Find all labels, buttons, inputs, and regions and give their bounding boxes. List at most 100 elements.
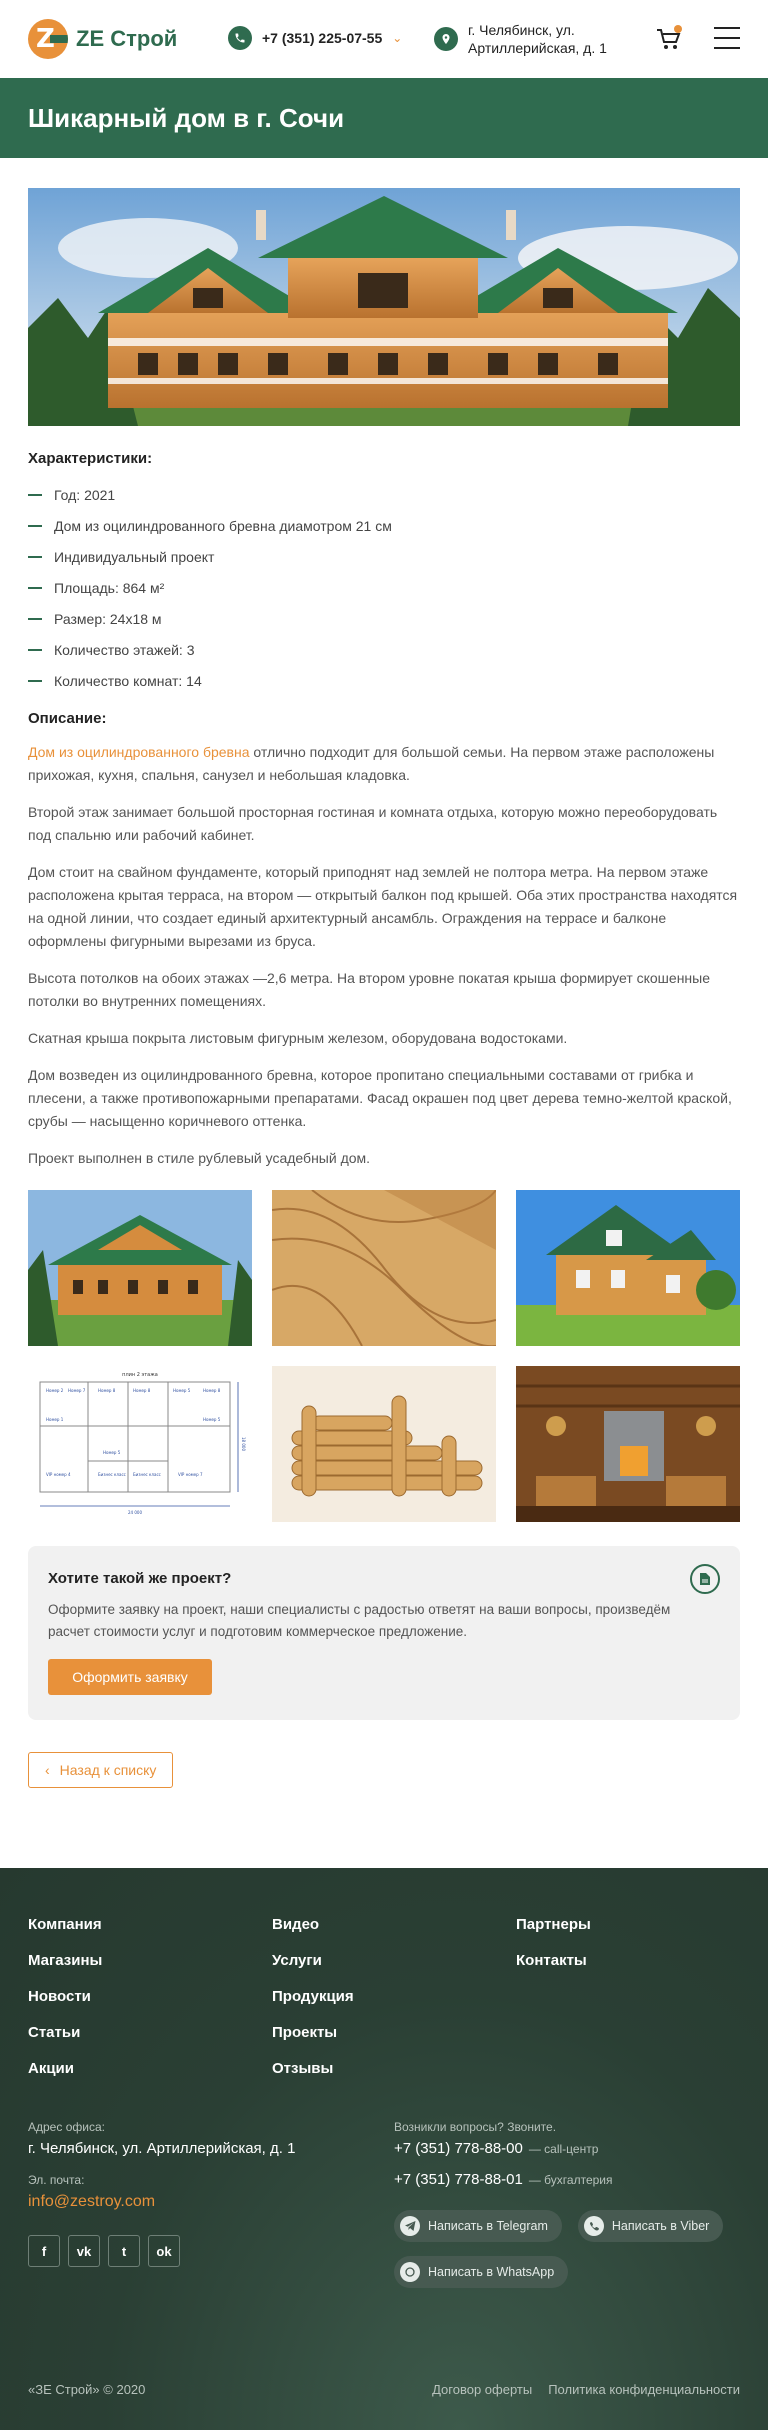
photo-gallery: плин 2 этажа Номер 2 Номер 7 Номер 8 Номер… xyxy=(28,1190,740,1522)
footer-link[interactable]: Статьи xyxy=(28,2024,272,2043)
page-title-band: Шикарный дом в г. Сочи xyxy=(0,78,768,158)
svg-text:Номер 8: Номер 8 xyxy=(203,1388,221,1393)
document-icon xyxy=(690,1564,720,1594)
submit-request-button[interactable]: Оформить заявку xyxy=(48,1659,212,1695)
telegram-icon xyxy=(400,2216,420,2236)
specs-heading: Характеристики: xyxy=(28,450,153,467)
footer-bottom: «ЗЕ Строй» © 2020 Договор оферты Политик… xyxy=(28,2382,740,2397)
footer-link xyxy=(516,2024,740,2043)
twitter-icon[interactable]: t xyxy=(108,2235,140,2267)
phone-accounting[interactable]: +7 (351) 778-88-01— бухгалтерия xyxy=(394,2171,744,2188)
cta-title: Хотите такой же проект? xyxy=(48,1570,232,1587)
odnoklassniki-icon[interactable]: ok xyxy=(148,2235,180,2267)
back-to-list-button[interactable]: ‹ Назад к списку xyxy=(28,1752,174,1788)
footer-link[interactable]: Магазины xyxy=(28,1952,272,1971)
vk-icon[interactable]: vk xyxy=(68,2235,100,2267)
svg-text:18 000: 18 000 xyxy=(241,1437,246,1451)
footer-link[interactable]: Контакты xyxy=(516,1952,740,1971)
svg-text:Номер 8: Номер 8 xyxy=(98,1388,116,1393)
phone-call-center[interactable]: +7 (351) 778-88-00— call-центр xyxy=(394,2140,744,2157)
facebook-icon[interactable]: f xyxy=(28,2235,60,2267)
email-link[interactable]: info@zestroy.com xyxy=(28,2193,295,2211)
site-header: Z ZE Строй +7 (351) 225-07-55 ⌄ г. Челяб… xyxy=(0,0,768,78)
footer-contacts: Возникли вопросы? Звоните. +7 (351) 778-… xyxy=(394,2120,744,2288)
description-paragraph: Второй этаж занимает большой просторная … xyxy=(28,804,718,843)
spec-item: Площадь: 864 м² xyxy=(28,572,740,603)
description-paragraph: Дом возведен из оцилиндрованного бревна,… xyxy=(28,1067,732,1129)
footer-link[interactable]: Партнеры xyxy=(516,1916,740,1935)
spec-item: Индивидуальный проект xyxy=(28,541,740,572)
whatsapp-button[interactable]: Написать в WhatsApp xyxy=(394,2256,569,2288)
offer-link[interactable]: Договор оферты xyxy=(432,2382,532,2397)
svg-text:Номер 5: Номер 5 xyxy=(173,1388,191,1393)
site-footer: Компания Видео Партнеры Магазины Услуги … xyxy=(0,1868,768,2430)
svg-text:Номер 5: Номер 5 xyxy=(103,1450,121,1455)
viber-button[interactable]: Написать в Viber xyxy=(577,2210,724,2242)
menu-icon[interactable] xyxy=(714,27,740,49)
log-house-link[interactable]: Дом из оцилиндрованного бревна xyxy=(28,744,250,760)
address-text: г. Челябинск, ул. Артиллерийская, д. 1 xyxy=(468,22,607,56)
description-paragraph: Высота потолков на обоих этажах —2,6 мет… xyxy=(28,970,711,1009)
svg-text:Номер 5: Номер 5 xyxy=(203,1417,221,1422)
logo-icon: Z xyxy=(28,19,68,59)
footer-link[interactable]: Услуги xyxy=(272,1952,516,1971)
svg-text:Номер 2: Номер 2 xyxy=(46,1388,64,1393)
svg-text:Номер 1: Номер 1 xyxy=(46,1417,64,1422)
footer-link[interactable]: Новости xyxy=(28,1988,272,2007)
plan-title: плин 2 этажа xyxy=(122,1372,158,1378)
logo[interactable]: Z ZE Строй xyxy=(28,19,177,59)
cta-text: Оформите заявку на проект, наши специали… xyxy=(48,1602,671,1639)
gallery-photo-wood-ceiling[interactable] xyxy=(272,1190,496,1346)
footer-link[interactable]: Компания xyxy=(28,1916,272,1935)
main-content: Характеристики: Год: 2021 Дом из оцилинд… xyxy=(0,158,768,1788)
chevron-down-icon[interactable]: ⌄ xyxy=(392,31,402,45)
chevron-left-icon: ‹ xyxy=(45,1762,50,1778)
spec-item: Размер: 24х18 м xyxy=(28,603,740,634)
header-phone[interactable]: +7 (351) 225-07-55 ⌄ xyxy=(228,26,402,50)
footer-link xyxy=(516,2060,740,2079)
description-paragraph: Скатная крыша покрыта листовым фигурным … xyxy=(28,1030,568,1046)
footer-link[interactable]: Видео xyxy=(272,1916,516,1935)
gallery-photo-interior[interactable] xyxy=(516,1366,740,1522)
spec-item: Количество этажей: 3 xyxy=(28,634,740,665)
office-label: Адрес офиса: xyxy=(28,2120,105,2134)
privacy-link[interactable]: Политика конфиденциальности xyxy=(548,2382,740,2397)
hero-house-photo[interactable] xyxy=(28,188,740,426)
office-address: г. Челябинск, ул. Артиллерийская, д. 1 xyxy=(28,2140,296,2157)
footer-link[interactable]: Проекты xyxy=(272,2024,516,2043)
svg-text:Бизнес класс: Бизнес класс xyxy=(133,1472,161,1477)
svg-text:Номер 7: Номер 7 xyxy=(68,1388,86,1393)
cart-icon[interactable] xyxy=(656,25,682,51)
gallery-photo-log-frame[interactable] xyxy=(272,1366,496,1522)
phone-number: +7 (351) 225-07-55 xyxy=(262,30,383,46)
telegram-button[interactable]: Написать в Telegram xyxy=(394,2210,562,2242)
logo-text: ZE Строй xyxy=(76,26,178,51)
gallery-photo-house-side[interactable] xyxy=(516,1190,740,1346)
footer-office: Адрес офиса: г. Челябинск, ул. Артиллери… xyxy=(28,2120,295,2267)
svg-text:Бизнес класс: Бизнес класс xyxy=(98,1472,126,1477)
svg-text:24 000: 24 000 xyxy=(128,1510,142,1515)
social-links: f vk t ok xyxy=(28,2235,295,2267)
description-paragraph: Дом из оцилиндрованного бревна отлично п… xyxy=(28,744,715,783)
spec-item: Дом из оцилиндрованного бревна диамотром… xyxy=(28,510,740,541)
gallery-photo-house-front[interactable] xyxy=(28,1190,252,1346)
location-pin-icon xyxy=(434,27,458,51)
gallery-floor-plan[interactable]: плин 2 этажа Номер 2 Номер 7 Номер 8 Номер… xyxy=(28,1366,252,1522)
footer-link[interactable]: Акции xyxy=(28,2060,272,2079)
svg-text:VIP номер 7: VIP номер 7 xyxy=(178,1472,203,1477)
project-request-card: Хотите такой же проект? Оформите заявку … xyxy=(28,1546,740,1720)
header-address: г. Челябинск, ул. Артиллерийская, д. 1 xyxy=(434,21,618,57)
description-paragraph: Проект выполнен в стиле рублевый усадебн… xyxy=(28,1150,371,1166)
whatsapp-icon xyxy=(400,2262,420,2282)
footer-link[interactable]: Отзывы xyxy=(272,2060,516,2079)
description: Дом из оцилиндрованного бревна отлично п… xyxy=(28,741,740,1170)
footer-nav: Компания Видео Партнеры Магазины Услуги … xyxy=(28,1916,740,2079)
svg-text:Номер 8: Номер 8 xyxy=(133,1388,151,1393)
footer-link xyxy=(516,1988,740,2007)
spec-item: Год: 2021 xyxy=(28,479,740,510)
specs-list: Год: 2021 Дом из оцилиндрованного бревна… xyxy=(28,479,740,696)
contacts-label: Возникли вопросы? Звоните. xyxy=(394,2120,557,2134)
svg-text:VIP номер 4: VIP номер 4 xyxy=(46,1472,71,1477)
email-label: Эл. почта: xyxy=(28,2173,85,2187)
footer-link[interactable]: Продукция xyxy=(272,1988,516,2007)
